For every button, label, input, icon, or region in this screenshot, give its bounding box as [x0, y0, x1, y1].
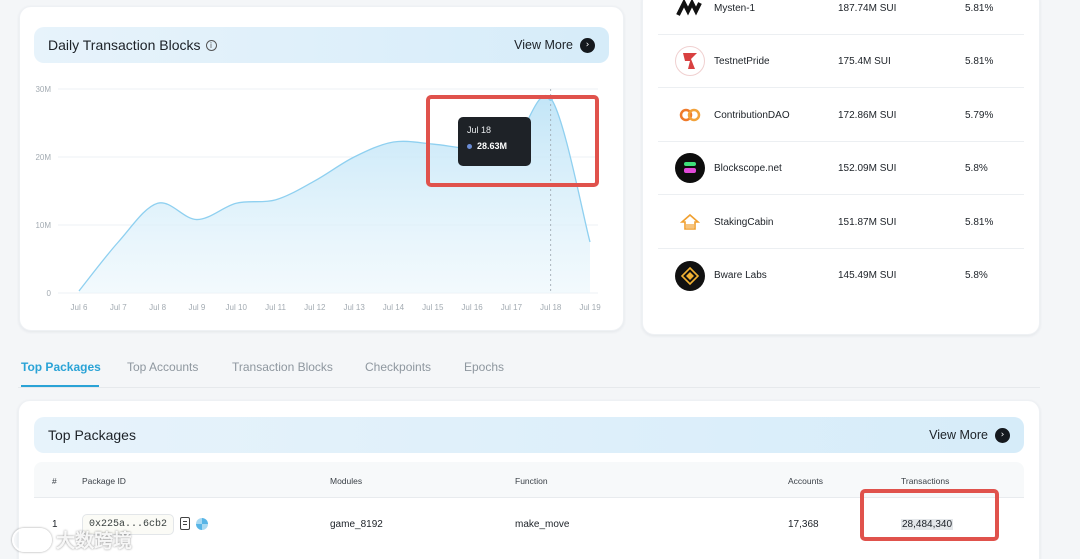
col-rank: # — [52, 476, 57, 486]
x-tick-label: Jul 8 — [149, 303, 166, 312]
validator-name: Bware Labs — [714, 270, 767, 281]
watermark-logo-icon — [12, 527, 52, 552]
mysten-logo-icon — [675, 0, 705, 23]
validator-name: Blockscope.net — [714, 162, 782, 174]
validator-row[interactable]: ContributionDAO 172.86M SUI 5.79% — [658, 89, 1024, 142]
y-tick-label: 30M — [35, 85, 51, 94]
row-accounts: 17,368 — [788, 519, 819, 530]
validator-name: TestnetPride — [714, 55, 770, 67]
validator-stake: 187.74M SUI — [838, 2, 897, 14]
validator-stake: 152.09M SUI — [838, 162, 897, 174]
row-function: make_move — [515, 519, 570, 530]
col-transactions: Transactions — [901, 476, 950, 486]
validator-apy: 5.81% — [965, 2, 994, 14]
x-tick-label: Jul 14 — [383, 303, 405, 312]
explorer-icon[interactable] — [196, 518, 208, 530]
validator-apy: 5.8% — [965, 162, 988, 174]
watermark: 大数跨境 — [12, 526, 132, 553]
packages-view-more-button[interactable]: View More › — [929, 427, 1010, 443]
blockscope-logo-icon — [675, 153, 705, 183]
col-accounts: Accounts — [788, 476, 823, 486]
contributiondao-logo-icon — [675, 100, 705, 130]
x-tick-label: Jul 6 — [71, 303, 88, 312]
x-tick-label: Jul 16 — [461, 303, 483, 312]
y-tick-label: 10M — [35, 221, 51, 230]
x-tick-label: Jul 9 — [188, 303, 205, 312]
annotation-box-transactions — [860, 489, 999, 541]
x-tick-label: Jul 11 — [265, 303, 286, 312]
validator-apy: 5.79% — [965, 109, 994, 121]
x-tick-label: Jul 12 — [304, 303, 326, 312]
tab-top-accounts[interactable]: Top Accounts — [127, 360, 198, 374]
validator-apy: 5.81% — [965, 55, 994, 67]
validator-name: ContributionDAO — [714, 109, 790, 121]
col-package-id: Package ID — [82, 476, 126, 486]
stakingcabin-logo-icon — [675, 207, 705, 237]
watermark-text: 大数跨境 — [56, 531, 133, 552]
validator-apy: 5.8% — [965, 270, 988, 281]
tab-transaction-blocks[interactable]: Transaction Blocks — [232, 360, 333, 374]
y-tick-label: 0 — [47, 289, 52, 298]
active-tab-indicator — [21, 385, 99, 387]
validator-stake: 175.4M SUI — [838, 55, 891, 67]
tab-checkpoints[interactable]: Checkpoints — [365, 360, 431, 374]
validator-stake: 145.49M SUI — [838, 270, 897, 281]
packages-view-more-label: View More — [929, 428, 988, 442]
x-tick-label: Jul 13 — [343, 303, 365, 312]
validator-apy: 5.81% — [965, 216, 994, 228]
validator-name: StakingCabin — [714, 216, 774, 228]
pride-logo-icon — [675, 46, 705, 76]
x-tick-label: Jul 19 — [579, 303, 601, 312]
annotation-box-chart — [426, 95, 599, 187]
x-tick-label: Jul 15 — [422, 303, 444, 312]
row-module: game_8192 — [330, 519, 383, 530]
tab-epochs[interactable]: Epochs — [464, 360, 504, 374]
validator-row[interactable]: Blockscope.net 152.09M SUI 5.8% — [658, 142, 1024, 195]
x-tick-label: Jul 18 — [540, 303, 562, 312]
arrow-right-icon: › — [995, 427, 1010, 443]
validator-row[interactable]: Bware Labs 145.49M SUI 5.8% — [658, 249, 1024, 302]
x-tick-label: Jul 17 — [501, 303, 523, 312]
col-function: Function — [515, 476, 548, 486]
validator-row[interactable]: TestnetPride 175.4M SUI 5.81% — [658, 35, 1024, 88]
col-modules: Modules — [330, 476, 363, 486]
copy-icon[interactable] — [180, 517, 190, 530]
validator-name: Mysten-1 — [714, 2, 756, 14]
validator-stake: 151.87M SUI — [838, 216, 897, 228]
packages-title: Top Packages — [48, 427, 136, 443]
packages-title-text: Top Packages — [48, 427, 136, 443]
validator-stake: 172.86M SUI — [838, 109, 897, 121]
packages-card-header: Top Packages View More › — [34, 417, 1024, 453]
tab-top-packages[interactable]: Top Packages — [21, 360, 101, 374]
x-tick-label: Jul 7 — [110, 303, 127, 312]
validator-row[interactable]: StakingCabin 151.87M SUI 5.81% — [658, 196, 1024, 249]
validator-row[interactable]: Mysten-1 187.74M SUI 5.81% — [658, 0, 1024, 35]
y-tick-label: 20M — [35, 153, 51, 162]
tabs-divider — [18, 387, 1040, 388]
x-tick-label: Jul 10 — [226, 303, 248, 312]
bware-logo-icon — [675, 260, 705, 291]
